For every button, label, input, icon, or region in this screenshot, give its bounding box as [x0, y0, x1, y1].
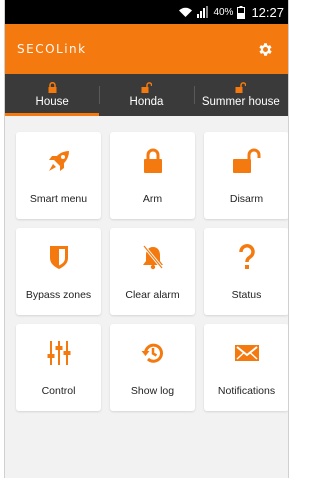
tile-label: Clear alarm — [125, 289, 180, 301]
tab-label: Summer house — [201, 96, 280, 108]
location-tabs: House Honda Summer house — [5, 74, 288, 116]
show-log-button[interactable]: Show log — [110, 324, 195, 411]
sliders-icon — [47, 339, 71, 367]
arm-button[interactable]: Arm — [110, 132, 195, 219]
battery-icon — [237, 5, 246, 19]
shield-icon — [49, 243, 69, 271]
history-icon — [141, 339, 165, 367]
tab-label: Honda — [129, 96, 164, 108]
tile-label: Disarm — [229, 193, 264, 205]
tab-honda[interactable]: Honda — [99, 74, 193, 116]
clock: 12:27 — [251, 4, 284, 20]
wifi-icon — [178, 6, 193, 18]
tab-house[interactable]: House — [5, 74, 100, 116]
lock-open-icon — [235, 82, 247, 93]
notifications-button[interactable]: Notifications — [204, 324, 288, 411]
app-bar: SECOLink — [5, 24, 288, 74]
tile-label: Bypass zones — [25, 289, 92, 301]
action-grid: Smart menu Arm Disarm Bypass zones Clear… — [5, 116, 288, 411]
tile-label: Status — [231, 289, 262, 301]
lock-open-icon — [232, 147, 262, 175]
rocket-icon — [46, 147, 72, 175]
question-icon — [238, 243, 256, 271]
clear-alarm-button[interactable]: Clear alarm — [110, 228, 195, 315]
tile-label: Show log — [130, 385, 175, 397]
bypass-zones-button[interactable]: Bypass zones — [16, 228, 101, 315]
status-bar: 40% 12:27 — [5, 0, 288, 24]
lock-closed-icon — [143, 147, 163, 175]
disarm-button[interactable]: Disarm — [204, 132, 288, 219]
phone-screen: 40% 12:27 SECOLink House Honda Summer ho… — [4, 0, 289, 478]
tile-label: Control — [41, 385, 76, 397]
gear-icon — [258, 42, 272, 56]
envelope-icon — [234, 339, 260, 367]
smart-menu-button[interactable]: Smart menu — [16, 132, 101, 219]
control-button[interactable]: Control — [16, 324, 101, 411]
tab-label: House — [35, 96, 69, 108]
battery-percent: 40% — [213, 6, 234, 18]
lock-open-icon — [141, 82, 152, 93]
bell-off-icon — [141, 243, 165, 271]
tile-label: Notifications — [217, 385, 276, 397]
tab-summer-house[interactable]: Summer house — [193, 74, 288, 116]
signal-icon — [197, 6, 209, 18]
app-logo: SECOLink — [17, 42, 87, 56]
settings-button[interactable] — [254, 38, 276, 60]
status-button[interactable]: Status — [204, 228, 288, 315]
tile-label: Arm — [142, 193, 163, 205]
lock-closed-icon — [48, 82, 57, 93]
tile-label: Smart menu — [29, 193, 88, 205]
